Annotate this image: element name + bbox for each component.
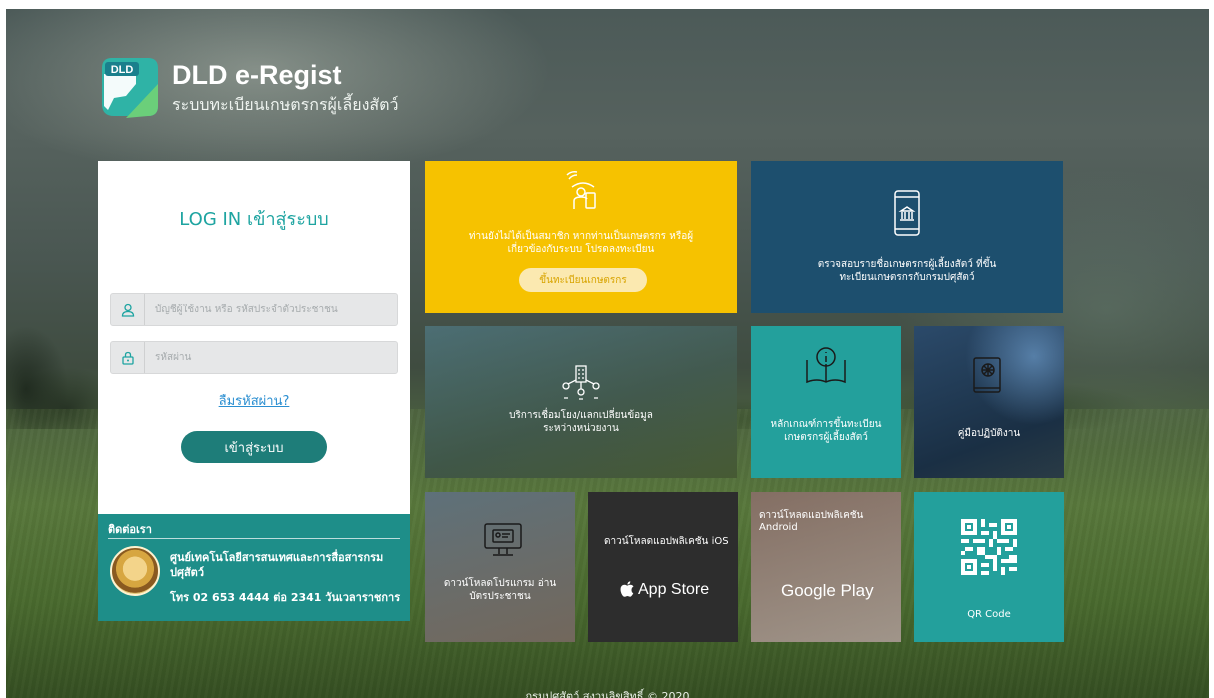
login-title: LOG IN เข้าสู่ระบบ [179,209,329,230]
rules-text: หลักเกณฑ์การขึ้นทะเบียน เกษตรกรผู้เลี้ยง… [770,419,882,443]
register-text: ท่านยังไม่ได้เป็นสมาชิก หากท่านเป็นเกษตร… [468,231,694,255]
qr-code-label: QR Code [967,609,1011,620]
app-title: DLD e-Regist [172,60,342,90]
tile-manual[interactable]: คู่มือปฏิบัติงาน [914,326,1064,478]
contact-panel: ติดต่อเรา ศูนย์เทคโนโลยีสารสนเทศและการสื… [98,514,410,621]
brand-header: DLD DLD e-Regist ระบบทะเบียนเกษตรกรผู้เล… [96,54,399,122]
username-input[interactable] [145,304,385,315]
contact-phone: โทร 02 653 4444 ต่อ 2341 วันเวลาราชการ [170,591,401,604]
tile-qr-code[interactable]: QR Code [914,492,1064,642]
manual-text: คู่มือปฏิบัติงาน [957,428,1021,439]
tile-check-farmer[interactable]: ตรวจสอบรายชื่อเกษตรกรผู้เลี้ยงสัตว์ ที่ข… [751,161,1063,313]
dld-logo-icon: DLD [102,58,158,118]
password-input[interactable] [145,352,385,363]
contact-heading: ติดต่อเรา [108,523,152,536]
card-reader-text: ดาวน์โหลดโปรแกรม อ่านบัตรประชาชน [443,578,557,602]
forgot-password-link[interactable]: ลืมรหัสผ่าน? [98,390,410,411]
tile-register[interactable]: ท่านยังไม่ได้เป็นสมาชิก หากท่านเป็นเกษตร… [425,161,737,313]
footer-copyright: กรมปศุสัตว์ สงวนลิขสิทธิ์ © 2020 [525,690,690,698]
login-card: LOG IN เข้าสู่ระบบ ลืมรหัสผ่าน? เข้าสู่ร… [98,161,410,621]
page-background: DLD DLD e-Regist ระบบทะเบียนเกษตรกรผู้เล… [6,9,1209,698]
network-building-icon [562,365,600,400]
app-store-label: App Store [638,581,710,598]
check-text: ตรวจสอบรายชื่อเกษตรกรผู้เลี้ยงสัตว์ ที่ข… [817,259,997,283]
ios-download-text: ดาวน์โหลดแอปพลิเคชัน iOS [604,536,729,547]
apple-icon [620,581,634,597]
department-seal-icon [110,546,160,596]
tile-android-download[interactable]: ดาวน์โหลดแอปพลิเคชัน Android Google Play [751,492,901,642]
tile-registration-rules[interactable]: หลักเกณฑ์การขึ้นทะเบียน เกษตรกรผู้เลี้ยง… [751,326,901,478]
android-download-text: ดาวน์โหลดแอปพลิเคชัน Android [759,510,864,533]
farmer-phone-icon [566,171,596,209]
data-exchange-text: บริการเชื่อมโยง/แลกเปลี่ยนข้อมูล ระหว่าง… [509,410,653,434]
book-info-icon [806,347,846,384]
tile-card-reader-download[interactable]: ดาวน์โหลดโปรแกรม อ่านบัตรประชาชน [425,492,575,642]
lock-icon [111,342,145,373]
manual-book-icon [973,357,1001,393]
contact-org: ศูนย์เทคโนโลยีสารสนเทศและการสื่อสารกรมปศ… [170,551,384,579]
username-field[interactable] [110,293,398,326]
tile-ios-download[interactable]: ดาวน์โหลดแอปพลิเคชัน iOS App Store [588,492,738,642]
google-play-label: Google Play [781,581,874,600]
tile-data-exchange[interactable]: บริการเชื่อมโยง/แลกเปลี่ยนข้อมูล ระหว่าง… [425,326,737,478]
register-farmer-button[interactable]: ขึ้นทะเบียนเกษตรกร [519,268,647,292]
contact-divider [108,538,400,539]
mobile-bank-icon [894,190,920,236]
login-button[interactable]: เข้าสู่ระบบ [181,431,327,463]
user-icon [111,294,145,325]
password-field[interactable] [110,341,398,374]
logo-text: DLD [111,64,134,76]
qr-code-icon [961,519,1017,575]
app-subtitle: ระบบทะเบียนเกษตรกรผู้เลี้ยงสัตว์ [172,95,399,114]
computer-card-icon [484,523,522,556]
